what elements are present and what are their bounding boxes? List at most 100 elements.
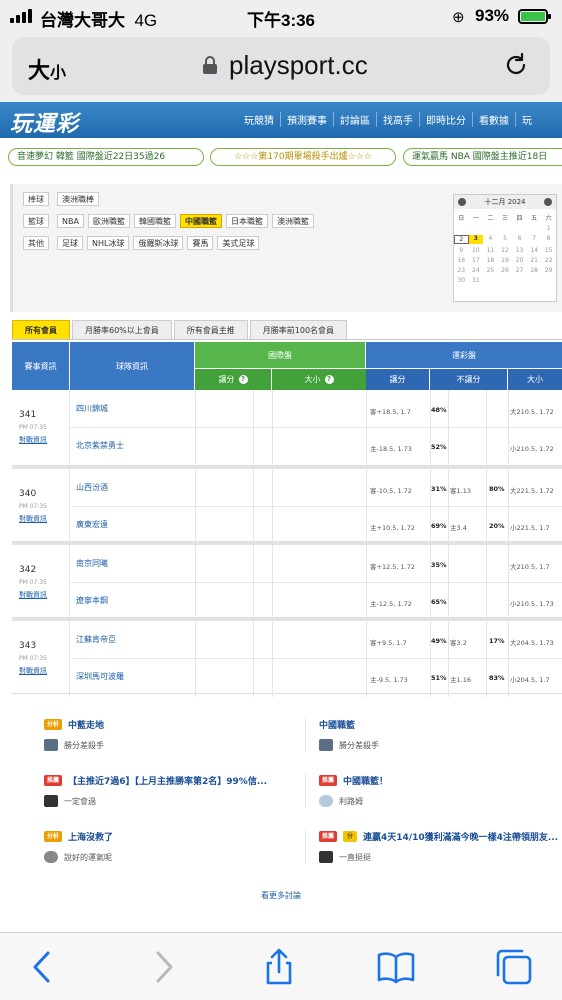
next-month-icon[interactable] [544, 198, 552, 206]
post-title[interactable]: 連贏4天14/10獲利滿滿今晚一樣4注帶領朋友... [363, 830, 558, 843]
calendar-day[interactable]: 19 [498, 257, 513, 264]
lottery-spread-odds[interactable]: 客+9.5, 1.7 [370, 637, 407, 647]
filter-option[interactable]: 日本職籃 [225, 214, 268, 228]
nav-item-experts[interactable]: 找高手 [376, 112, 419, 127]
post-title[interactable]: 【主推近7過6】【上月主推勝率第2名】99%信... [68, 774, 267, 787]
lottery-moneyline-odds[interactable]: 客3.2 [450, 637, 467, 647]
tabs-icon[interactable] [494, 947, 534, 987]
calendar-day[interactable]: 10 [469, 247, 484, 254]
share-icon[interactable] [259, 947, 299, 987]
calendar-day[interactable]: 13 [512, 247, 527, 254]
calendar-day[interactable]: 3 [468, 235, 484, 244]
filter-option[interactable]: 澳洲職棒 [57, 192, 99, 206]
post-title[interactable]: 中國職籃！ [343, 774, 388, 787]
forward-icon[interactable] [144, 947, 184, 987]
filter-option[interactable]: 歐洲職籃 [87, 214, 130, 228]
post-author[interactable]: 說好的運氣呢 [64, 852, 112, 863]
tab-60pct-members[interactable]: 月勝率60%以上會員 [72, 320, 172, 339]
tab-all-main-picks[interactable]: 所有會員主推 [173, 320, 248, 339]
nav-item-more[interactable]: 玩 [515, 112, 538, 127]
calendar-day[interactable]: 1 [541, 225, 556, 232]
tab-top100-members[interactable]: 月勝率前100名會員 [249, 320, 348, 339]
announcement-pill[interactable]: ☆☆☆第170期單場殺手出爐☆☆☆ [210, 148, 396, 166]
post-title[interactable]: 中國職籃 [319, 718, 355, 731]
filter-option[interactable]: 澳洲職籃 [271, 214, 314, 228]
post-author[interactable]: 一定會過 [64, 796, 96, 807]
calendar-day[interactable]: 12 [498, 247, 513, 254]
team-name[interactable]: 廣東宏遠 [76, 519, 108, 530]
lottery-spread-odds[interactable]: 主-18.5, 1.73 [370, 443, 412, 453]
calendar-day[interactable]: 4 [483, 235, 498, 244]
lottery-over-under-odds[interactable]: 大204.5, 1.73 [510, 637, 554, 647]
lottery-over-under-odds[interactable]: 大210.5, 1.7 [510, 561, 550, 571]
filter-option[interactable]: 韓國職籃 [133, 214, 176, 228]
filter-option[interactable]: 美式足球 [217, 236, 260, 250]
calendar-day[interactable]: 21 [527, 257, 542, 264]
tab-all-members[interactable]: 所有會員 [12, 320, 70, 339]
filter-option[interactable]: NHL冰球 [87, 236, 130, 250]
post-author[interactable]: 一直挺挺 [339, 852, 371, 863]
calendar-day[interactable]: 11 [483, 247, 498, 254]
filter-option-active[interactable]: 中國職籃 [179, 214, 222, 228]
discussion-post[interactable]: 分析 中藍走地 勝分差殺手 [44, 718, 104, 751]
nav-item-stats[interactable]: 看數據 [472, 112, 515, 127]
reload-icon[interactable] [502, 51, 530, 79]
team-name[interactable]: 山西汾酒 [76, 482, 108, 493]
nav-item-guess[interactable]: 玩競猜 [238, 112, 280, 127]
announcement-pill[interactable]: 運氣贏馬 NBA 國際盤主推近18日 [403, 148, 562, 166]
post-author[interactable]: 勝分差殺手 [339, 740, 379, 751]
calendar-day[interactable]: 15 [541, 247, 556, 254]
team-name[interactable]: 遼寧本鋼 [76, 595, 108, 606]
discussion-post[interactable]: 推薦 【主推近7過6】【上月主推勝率第2名】99%信... 一定會過 [44, 774, 267, 807]
calendar-day[interactable]: 2 [454, 235, 469, 244]
discussion-post[interactable]: 推薦分連贏4天14/10獲利滿滿今晚一樣4注帶領朋友... 一直挺挺 [319, 830, 558, 863]
help-icon[interactable]: ? [238, 375, 248, 384]
post-title[interactable]: 上海沒救了 [68, 830, 113, 843]
lottery-moneyline-odds[interactable]: 主3.4 [450, 522, 467, 532]
calendar-day[interactable]: 7 [527, 235, 542, 244]
help-icon[interactable]: ? [324, 375, 334, 384]
calendar-day[interactable]: 17 [469, 257, 484, 264]
lottery-spread-odds[interactable]: 客+18.5, 1.7 [370, 406, 411, 416]
lottery-over-under-odds[interactable]: 小210.5, 1.72 [510, 443, 554, 453]
filter-option[interactable]: 足球 [57, 236, 83, 250]
lottery-over-under-odds[interactable]: 大210.5, 1.72 [510, 406, 554, 416]
lottery-over-under-odds[interactable]: 大221.5, 1.72 [510, 485, 554, 495]
filter-option[interactable]: 俄羅斯冰球 [133, 236, 184, 250]
lottery-spread-odds[interactable]: 主+10.5, 1.72 [370, 522, 415, 532]
lottery-moneyline-odds[interactable]: 主1.16 [450, 674, 471, 684]
site-logo[interactable]: 玩運彩 [10, 106, 79, 138]
matchup-info-link[interactable]: 對戰資訊 [19, 514, 47, 524]
matchup-info-link[interactable]: 對戰資訊 [19, 590, 47, 600]
lottery-over-under-odds[interactable]: 小204.5, 1.7 [510, 674, 550, 684]
lottery-spread-odds[interactable]: 主-12.5, 1.72 [370, 598, 412, 608]
calendar-day[interactable]: 28 [527, 267, 542, 274]
calendar-day[interactable]: 20 [512, 257, 527, 264]
lottery-over-under-odds[interactable]: 小221.5, 1.7 [510, 522, 550, 532]
more-discussions-link[interactable]: 看更多討論 [0, 890, 562, 901]
calendar-day[interactable]: 18 [483, 257, 498, 264]
calendar-day[interactable]: 6 [512, 235, 527, 244]
nav-item-predict[interactable]: 預測賽事 [280, 112, 333, 127]
discussion-post[interactable]: 推薦 中國職籃！ 利路姆 [319, 774, 388, 807]
prev-month-icon[interactable] [458, 198, 466, 206]
bookmarks-icon[interactable] [376, 947, 416, 987]
team-name[interactable]: 江蘇肯帝亞 [76, 634, 116, 645]
calendar-day[interactable]: 16 [454, 257, 469, 264]
nav-item-livescore[interactable]: 即時比分 [419, 112, 472, 127]
calendar-day[interactable]: 31 [469, 277, 484, 284]
team-name[interactable]: 南京同曦 [76, 558, 108, 569]
lottery-spread-odds[interactable]: 客+12.5, 1.72 [370, 561, 415, 571]
post-author[interactable]: 勝分差殺手 [64, 740, 104, 751]
calendar-day[interactable]: 29 [541, 267, 556, 274]
post-author[interactable]: 利路姆 [339, 796, 363, 807]
post-title[interactable]: 中藍走地 [68, 718, 104, 731]
calendar-day[interactable]: 30 [454, 277, 469, 284]
lottery-spread-odds[interactable]: 主-9.5, 1.73 [370, 674, 408, 684]
matchup-info-link[interactable]: 對戰資訊 [19, 666, 47, 676]
calendar-day[interactable]: 14 [527, 247, 542, 254]
back-icon[interactable] [22, 947, 62, 987]
calendar-day[interactable]: 27 [512, 267, 527, 274]
filter-option[interactable]: NBA [57, 214, 84, 228]
calendar-day[interactable]: 8 [541, 235, 556, 244]
